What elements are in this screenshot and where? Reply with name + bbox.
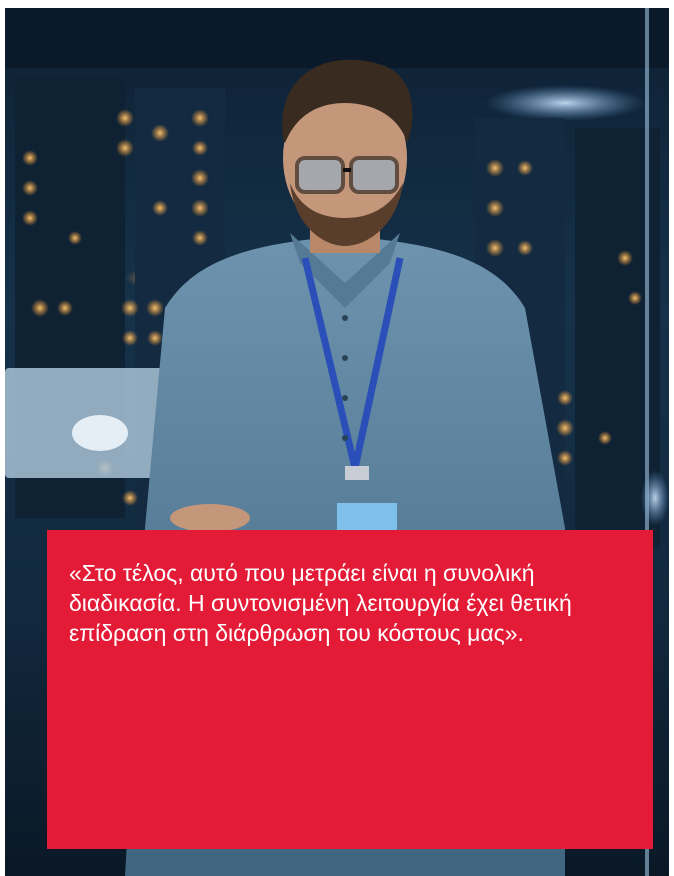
light-bokeh [641,470,669,526]
ceiling [5,8,669,68]
quote-card: «Στο τέλος, αυτό που μετράει είναι η συν… [47,530,653,849]
lanyard-clip [345,466,369,480]
quote-text: «Στο τέλος, αυτό που μετράει είναι η συν… [69,560,572,646]
hero-photo: «Στο τέλος, αυτό που μετράει είναι η συν… [5,8,669,876]
hand [170,504,250,532]
ceiling-light [485,85,645,121]
